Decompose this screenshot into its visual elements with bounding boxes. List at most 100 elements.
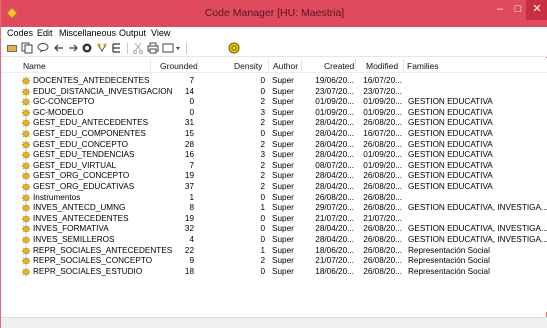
grounded-count: 14 [184,86,194,96]
view-dropdown-icon[interactable] [162,42,182,54]
column-divider[interactable] [403,59,404,71]
table-row[interactable]: GEST_EDU_TENDENCIAS 16 3 Super 28/04/20... 01… [1,150,547,161]
column-header-grounded[interactable]: Grounded [160,61,198,71]
column-header-families[interactable]: Families [407,61,439,71]
column-divider[interactable] [268,59,269,71]
comment-icon[interactable] [37,42,49,54]
print-icon[interactable] [147,42,159,54]
density-count: 2 [260,171,265,181]
modified-date: 26/08/20... [363,235,402,244]
families: GESTION EDUCATIVA, INVESTIGA... [408,235,547,244]
cut-icon[interactable] [132,42,144,54]
duplicate-icon[interactable] [21,42,33,54]
forward-icon[interactable] [67,42,79,54]
menu-view[interactable]: View [151,28,170,38]
created-date: 28/04/20... [315,224,354,234]
table-row[interactable]: GEST_ORG_EDUCATIVAS 37 2 Super 28/04/20... 26… [1,182,547,193]
table-row[interactable]: GC-CONCEPTO 0 2 Super 01/09/20... 01/09/20...… [1,97,547,108]
code-name: GEST_EDU_VIRTUAL [33,160,117,170]
column-divider[interactable] [197,59,198,71]
merge-icon[interactable] [96,42,108,54]
author: Super [272,76,294,85]
grounded-count: 19 [184,213,194,223]
column-divider[interactable] [355,59,356,71]
back-icon[interactable] [53,42,65,54]
modified-date: 26/08/20... [363,203,402,213]
families: Representación Social [408,266,490,276]
column-header-created[interactable]: Created [324,61,354,71]
minimize-button[interactable]: – [490,0,510,20]
menu-codes[interactable]: Codes [7,28,33,38]
families: Representación Social [408,256,490,266]
maximize-button[interactable]: □ [509,0,527,20]
grounded-count: 1 [189,192,194,202]
title-bar[interactable]: Code Manager [HU: Maestria] – □ ✕ [1,0,547,27]
code-icon [21,76,31,86]
modified-date: 26/08/20... [363,256,402,266]
grounded-count: 37 [184,182,194,191]
table-row[interactable]: Instrumentos 1 0 Super 26/08/20... 26/08/20..… [1,193,547,204]
code-icon [21,118,31,128]
modified-date: 01/09/20... [363,160,402,170]
modified-date: 26/08/20... [363,266,402,276]
menu-miscellaneous[interactable]: Miscellaneous [59,28,116,38]
column-header-author[interactable]: Author [273,61,298,71]
table-row[interactable]: REPR_SOCIALES_CONCEPTO 9 2 Super 21/07/20...… [1,256,547,267]
menu-bar: Codes Edit Miscellaneous Output View [1,27,547,40]
created-date: 29/07/20... [315,203,354,213]
table-row[interactable]: INVES_ANTECD_UMNG 8 1 Super 29/07/20... 26/08… [1,203,547,214]
created-date: 28/04/20... [315,129,354,138]
table-row[interactable]: GEST_EDU_ANTECEDENTES 31 2 Super 28/04/20...… [1,118,547,129]
network-icon[interactable] [81,42,93,54]
families: GESTION EDUCATIVA [408,129,493,138]
table-row[interactable]: GEST_EDU_CONCEPTO 28 2 Super 28/04/20... 26/0… [1,140,547,151]
table-row[interactable]: GC-MODELO 0 3 Super 01/09/20... 01/09/20... GE… [1,108,547,119]
author: Super [272,107,294,117]
code-name: GEST_ORG_CONCEPTO [33,171,130,181]
code-icon [21,171,31,181]
code-name: REPR_SOCIALES_ESTUDIO [33,266,143,276]
created-date: 21/07/20... [315,213,354,223]
created-date: 28/04/20... [315,118,354,128]
menu-output[interactable]: Output [119,28,146,38]
density-count: 1 [260,245,265,255]
families: GESTION EDUCATIVA [408,97,493,107]
menu-edit[interactable]: Edit [37,28,53,38]
code-name: GC-MODELO [33,107,84,117]
table-row[interactable]: DOCENTES_ANTEDECENTES 7 0 Super 19/06/20... 1… [1,76,547,87]
column-divider[interactable] [301,59,302,71]
column-header-modified[interactable]: Modified [366,61,398,71]
column-divider[interactable] [150,59,151,71]
density-count: 1 [260,203,265,213]
status-strip [1,317,547,328]
table-row[interactable]: REPR_SOCIALES_ANTECEDENTES 22 1 Super 18/06/… [1,246,547,257]
table-row[interactable]: INVES_SEMILLEROS 4 0 Super 28/04/20... 26/08/… [1,235,547,246]
filter-icon[interactable] [228,42,240,54]
created-date: 28/04/20... [315,182,354,191]
table-row[interactable]: INVES_ANTECEDENTES 19 0 Super 21/07/20... 21/… [1,214,547,225]
toolbar-separator [186,43,187,54]
created-date: 19/06/20... [315,76,354,85]
close-button[interactable]: ✕ [526,0,547,20]
tree-icon[interactable] [111,42,123,54]
table-row[interactable]: REPR_SOCIALES_ESTUDIO 18 0 Super 18/06/20...… [1,267,547,278]
table-row[interactable]: GEST_EDU_VIRTUAL 7 2 Super 08/07/20... 01/09/… [1,161,547,172]
grounded-count: 7 [189,76,194,85]
density-count: 2 [260,182,265,191]
column-header-density[interactable]: Density [234,61,262,71]
code-name: GEST_EDU_CONCEPTO [33,139,128,149]
author: Super [272,266,294,276]
modified-date: 26/08/20... [363,245,402,255]
families: GESTION EDUCATIVA [408,160,493,170]
grounded-count: 18 [184,266,194,276]
table-row[interactable]: EDUC_DISTANCIA_INVESTIGACION 14 0 Super 23/0… [1,87,547,98]
new-code-icon[interactable] [6,42,18,54]
table-row[interactable]: GEST_ORG_CONCEPTO 19 2 Super 28/04/20... 26/0… [1,171,547,182]
table-row[interactable]: GEST_EDU_COMPONENTES 15 0 Super 28/04/20... 1… [1,129,547,140]
families: GESTION EDUCATIVA, INVESTIGA... [408,224,547,234]
table-row[interactable]: INVES_FORMATIVA 32 0 Super 28/04/20... 26/08/… [1,224,547,235]
column-header-name[interactable]: Name [23,61,46,71]
code-name: GEST_EDU_ANTECEDENTES [33,118,149,128]
created-date: 01/09/20... [315,107,354,117]
author: Super [272,245,294,255]
